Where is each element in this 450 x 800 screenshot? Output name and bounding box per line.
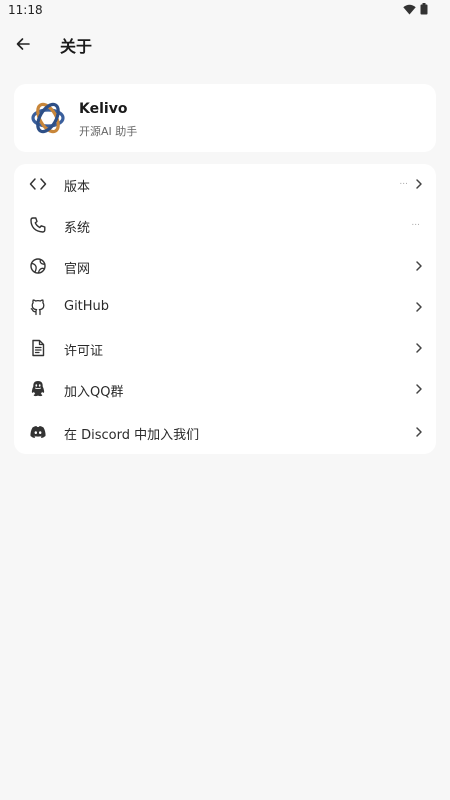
github-icon xyxy=(28,297,48,317)
menu-item-github[interactable]: GitHub xyxy=(14,287,436,328)
discord-icon xyxy=(28,422,48,442)
menu-item-label: 系统 xyxy=(64,221,91,236)
chevron-right-icon xyxy=(414,259,424,273)
chevron-right-icon xyxy=(414,425,424,439)
phone-icon xyxy=(28,215,48,235)
menu-item-website[interactable]: 官网 xyxy=(14,246,436,287)
app-info-card: Kelivo 开源AI 助手 xyxy=(14,84,436,152)
version-value: ... xyxy=(399,177,408,187)
menu-item-label: GitHub xyxy=(64,299,110,314)
menu-item-label: 在 Discord 中加入我们 xyxy=(64,428,200,443)
back-button[interactable] xyxy=(11,32,35,56)
menu-item-label: 版本 xyxy=(64,180,91,195)
document-icon xyxy=(28,338,48,358)
status-time: 11:18 xyxy=(8,3,43,17)
status-bar: 11:18 xyxy=(0,0,450,22)
wifi-icon xyxy=(403,4,416,15)
menu-item-version[interactable]: 版本 ... xyxy=(14,164,436,205)
chevron-right-icon xyxy=(414,341,424,355)
chevron-right-icon xyxy=(414,382,424,396)
battery-icon xyxy=(420,3,428,15)
app-name: Kelivo xyxy=(79,101,128,117)
menu-item-label: 许可证 xyxy=(64,344,104,359)
system-value: ... xyxy=(411,218,420,228)
app-bar: 关于 xyxy=(0,22,450,66)
menu-item-system[interactable]: 系统 ... xyxy=(14,205,436,246)
menu-item-discord[interactable]: 在 Discord 中加入我们 xyxy=(14,412,436,453)
menu-item-license[interactable]: 许可证 xyxy=(14,328,436,369)
chevron-right-icon xyxy=(414,177,424,191)
about-menu: 版本 ... 系统 ... 官网 GitHub 许可证 加入QQ群 在 Disc… xyxy=(14,164,436,454)
app-description: 开源AI 助手 xyxy=(79,125,138,138)
status-icons xyxy=(403,3,428,15)
menu-item-qq-group[interactable]: 加入QQ群 xyxy=(14,369,436,410)
qq-icon xyxy=(28,379,48,399)
code-icon xyxy=(28,174,48,194)
chevron-right-icon xyxy=(414,300,424,314)
menu-item-label: 加入QQ群 xyxy=(64,385,124,400)
menu-item-label: 官网 xyxy=(64,262,91,277)
globe-icon xyxy=(28,256,48,276)
app-logo xyxy=(28,98,68,138)
page-title: 关于 xyxy=(60,37,93,56)
arrow-left-icon xyxy=(15,36,31,52)
